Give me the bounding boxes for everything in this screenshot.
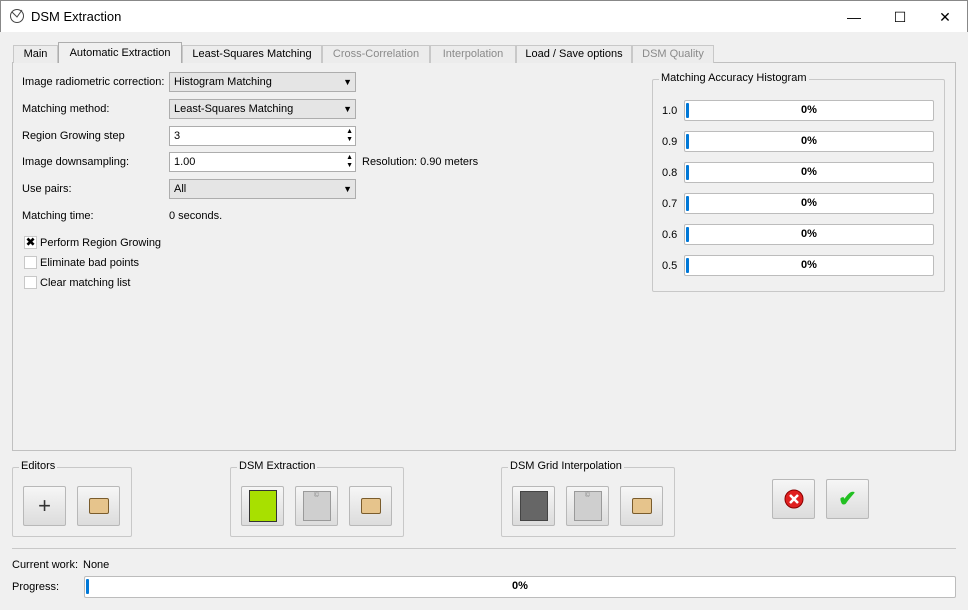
folder-icon <box>360 498 381 514</box>
pairs-value: All <box>174 183 187 195</box>
radiometric-value: Histogram Matching <box>174 76 272 88</box>
downsampling-value: 1.00 <box>174 156 196 168</box>
floppy-save-icon: © <box>302 491 331 521</box>
run-interpolation-button[interactable] <box>512 486 555 526</box>
histogram-row-label: 0.7 <box>662 198 678 210</box>
open-editor-button[interactable] <box>77 486 120 526</box>
tab-load-save-options[interactable]: Load / Save options <box>516 45 632 63</box>
dsm-map-icon <box>248 490 277 522</box>
open-extraction-button[interactable] <box>349 486 392 526</box>
clear-matching-list-checkbox[interactable] <box>24 276 37 289</box>
editors-title: Editors <box>19 460 58 472</box>
histogram-bar-fill <box>686 227 689 242</box>
close-button[interactable]: ✕ <box>922 1 968 33</box>
perform-region-growing-checkbox[interactable]: ✖ <box>24 236 37 249</box>
radiometric-label: Image radiometric correction: <box>22 76 165 88</box>
histogram-bar-fill <box>686 165 689 180</box>
histogram-row-label: 0.5 <box>662 260 678 272</box>
matching-time-label: Matching time: <box>22 210 94 222</box>
eliminate-bad-points-label: Eliminate bad points <box>40 257 140 269</box>
pairs-select[interactable]: All ▼ <box>169 179 356 199</box>
pairs-label: Use pairs: <box>22 183 72 195</box>
histogram-row-label: 0.9 <box>662 136 678 148</box>
progress-bar: 0% <box>84 576 956 598</box>
histogram-title: Matching Accuracy Histogram <box>659 72 809 84</box>
tab-least-squares-matching[interactable]: Least-Squares Matching <box>182 45 322 63</box>
progress-fill <box>86 579 89 594</box>
progress-value: 0% <box>512 580 528 592</box>
tab-cross-correlation[interactable]: Cross-Correlation <box>322 45 430 63</box>
histogram-bar-fill <box>686 196 689 211</box>
histogram-bar-fill <box>686 103 689 118</box>
spin-down-icon[interactable]: ▼ <box>346 162 353 170</box>
chevron-down-icon: ▼ <box>343 104 352 114</box>
histogram-bar-fill <box>686 258 689 273</box>
resolution-text: Resolution: 0.90 meters <box>362 156 479 168</box>
histogram-bar: 0% <box>684 255 934 276</box>
terrain-icon <box>519 491 548 521</box>
cancel-x-icon <box>784 489 803 509</box>
histogram-bar: 0% <box>684 224 934 245</box>
histogram-row-label: 1.0 <box>662 105 678 117</box>
window-title: DSM Extraction <box>31 9 122 24</box>
tab-interpolation[interactable]: Interpolation <box>430 45 516 63</box>
spin-up-icon[interactable]: ▲ <box>346 128 353 136</box>
minimize-button[interactable]: — <box>831 1 877 33</box>
histogram-bar-value: 0% <box>801 228 817 240</box>
new-editor-button[interactable]: + <box>23 486 66 526</box>
folder-icon <box>88 498 109 514</box>
histogram-bar-value: 0% <box>801 259 817 271</box>
region-step-value: 3 <box>174 130 181 142</box>
chevron-down-icon: ▼ <box>343 77 352 87</box>
method-value: Least-Squares Matching <box>174 103 294 115</box>
histogram-bar: 0% <box>684 100 934 121</box>
checkmark-icon: ✔ <box>838 486 857 511</box>
title-bar: DSM Extraction — ☐ ✕ <box>0 0 968 32</box>
method-label: Matching method: <box>22 103 110 115</box>
histogram-bar-value: 0% <box>801 197 817 209</box>
clear-matching-list-label: Clear matching list <box>40 277 131 289</box>
perform-region-growing-label: Perform Region Growing <box>40 237 162 249</box>
tab-dsm-quality[interactable]: DSM Quality <box>632 45 714 63</box>
app-logo-icon <box>10 9 24 23</box>
progress-label: Progress: <box>12 581 60 593</box>
dsm-grid-title: DSM Grid Interpolation <box>508 460 624 472</box>
tab-main[interactable]: Main <box>13 45 58 63</box>
current-work-label: Current work: <box>12 559 79 571</box>
run-extraction-button[interactable] <box>241 486 284 526</box>
save-interpolation-button[interactable]: © <box>566 486 609 526</box>
tab-automatic-extraction[interactable]: Automatic Extraction <box>58 42 182 63</box>
histogram-bar-value: 0% <box>801 104 817 116</box>
save-extraction-button[interactable]: © <box>295 486 338 526</box>
eliminate-bad-points-checkbox[interactable] <box>24 256 37 269</box>
matching-time-value: 0 seconds. <box>169 210 223 222</box>
method-select[interactable]: Least-Squares Matching ▼ <box>169 99 356 119</box>
histogram-row-label: 0.8 <box>662 167 678 179</box>
maximize-button[interactable]: ☐ <box>877 1 923 33</box>
histogram-bar: 0% <box>684 162 934 183</box>
open-interpolation-button[interactable] <box>620 486 663 526</box>
folder-icon <box>631 498 652 514</box>
spin-down-icon[interactable]: ▼ <box>346 136 353 144</box>
separator <box>12 548 956 549</box>
histogram-bar-fill <box>686 134 689 149</box>
current-work-value: None <box>83 559 110 571</box>
chevron-down-icon: ▼ <box>343 184 352 194</box>
histogram-bar: 0% <box>684 193 934 214</box>
histogram-bar-value: 0% <box>801 166 817 178</box>
histogram-bar-value: 0% <box>801 135 817 147</box>
downsampling-spinbox[interactable]: 1.00 ▲ ▼ <box>169 152 356 172</box>
radiometric-select[interactable]: Histogram Matching ▼ <box>169 72 356 92</box>
region-step-spinbox[interactable]: 3 ▲ ▼ <box>169 126 356 146</box>
histogram-row-label: 0.6 <box>662 229 678 241</box>
ok-button[interactable]: ✔ <box>826 479 869 519</box>
dsm-extraction-title: DSM Extraction <box>237 460 318 472</box>
region-step-label: Region Growing step <box>22 130 125 142</box>
floppy-save-icon: © <box>573 491 602 521</box>
spin-up-icon[interactable]: ▲ <box>346 154 353 162</box>
plus-cursor-icon: + <box>38 493 51 518</box>
cancel-button[interactable] <box>772 479 815 519</box>
histogram-bar: 0% <box>684 131 934 152</box>
downsampling-label: Image downsampling: <box>22 156 130 168</box>
